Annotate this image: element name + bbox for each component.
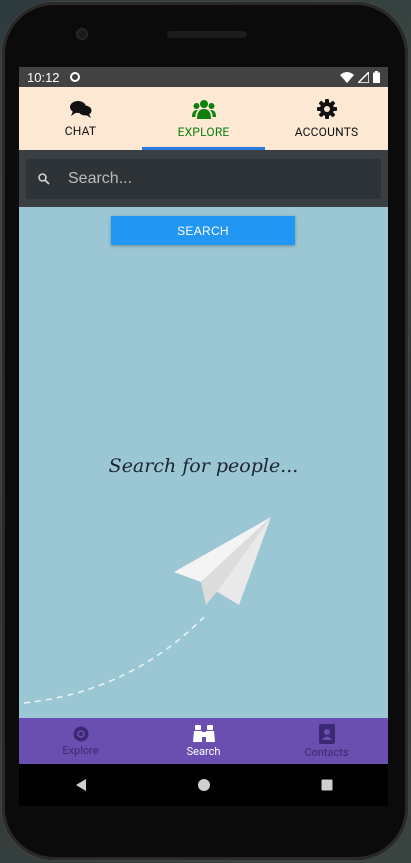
tab-chat-label: CHAT	[64, 123, 97, 138]
status-bar: 10:12	[19, 67, 388, 87]
tab-explore-label: EXPLORE	[177, 124, 230, 139]
explore-icon	[73, 726, 88, 741]
gear-icon	[316, 98, 337, 119]
status-icons	[340, 71, 380, 83]
home-icon[interactable]	[197, 778, 211, 792]
sync-icon	[69, 72, 80, 82]
bottom-tab-explore[interactable]: Explore	[19, 718, 142, 764]
bottom-nav-bar: Explore Search Contacts	[19, 718, 388, 764]
tab-accounts-label: ACCOUNTS	[294, 124, 359, 139]
empty-state-message: Search for people...	[108, 455, 299, 477]
back-icon[interactable]	[74, 778, 88, 792]
group-icon	[191, 99, 216, 119]
paper-plane-illustration	[23, 517, 271, 704]
system-navigation-bar	[19, 764, 388, 806]
signal-icon	[358, 71, 369, 83]
tab-accounts[interactable]: ACCOUNTS	[265, 87, 388, 150]
bottom-tab-search[interactable]: Search	[142, 718, 265, 764]
search-input[interactable]	[66, 168, 330, 189]
search-field[interactable]	[26, 158, 381, 199]
recents-icon[interactable]	[320, 778, 334, 792]
bottom-tab-search-label: Search	[186, 744, 221, 758]
wifi-icon	[340, 71, 354, 83]
bottom-tab-contacts[interactable]: Contacts	[265, 718, 388, 764]
tab-chat[interactable]: CHAT	[19, 87, 142, 150]
earpiece-speaker	[167, 31, 247, 38]
search-bar	[19, 150, 388, 207]
app-screen: 10:12 CHAT EXPLORE ACCOUNTS Search... SE…	[19, 67, 388, 764]
status-time: 10:12	[27, 69, 60, 85]
front-camera	[76, 28, 88, 40]
battery-icon	[373, 71, 380, 83]
search-icon	[38, 172, 50, 185]
top-tab-bar: CHAT EXPLORE ACCOUNTS	[19, 87, 388, 150]
tab-explore[interactable]: EXPLORE	[142, 87, 265, 150]
binoculars-icon	[192, 724, 215, 742]
bottom-tab-explore-label: Explore	[62, 743, 99, 757]
bottom-tab-contacts-label: Contacts	[304, 745, 349, 759]
contacts-book-icon	[318, 723, 335, 744]
search-button[interactable]: SEARCH	[111, 216, 295, 245]
chat-bubbles-icon	[69, 100, 91, 118]
